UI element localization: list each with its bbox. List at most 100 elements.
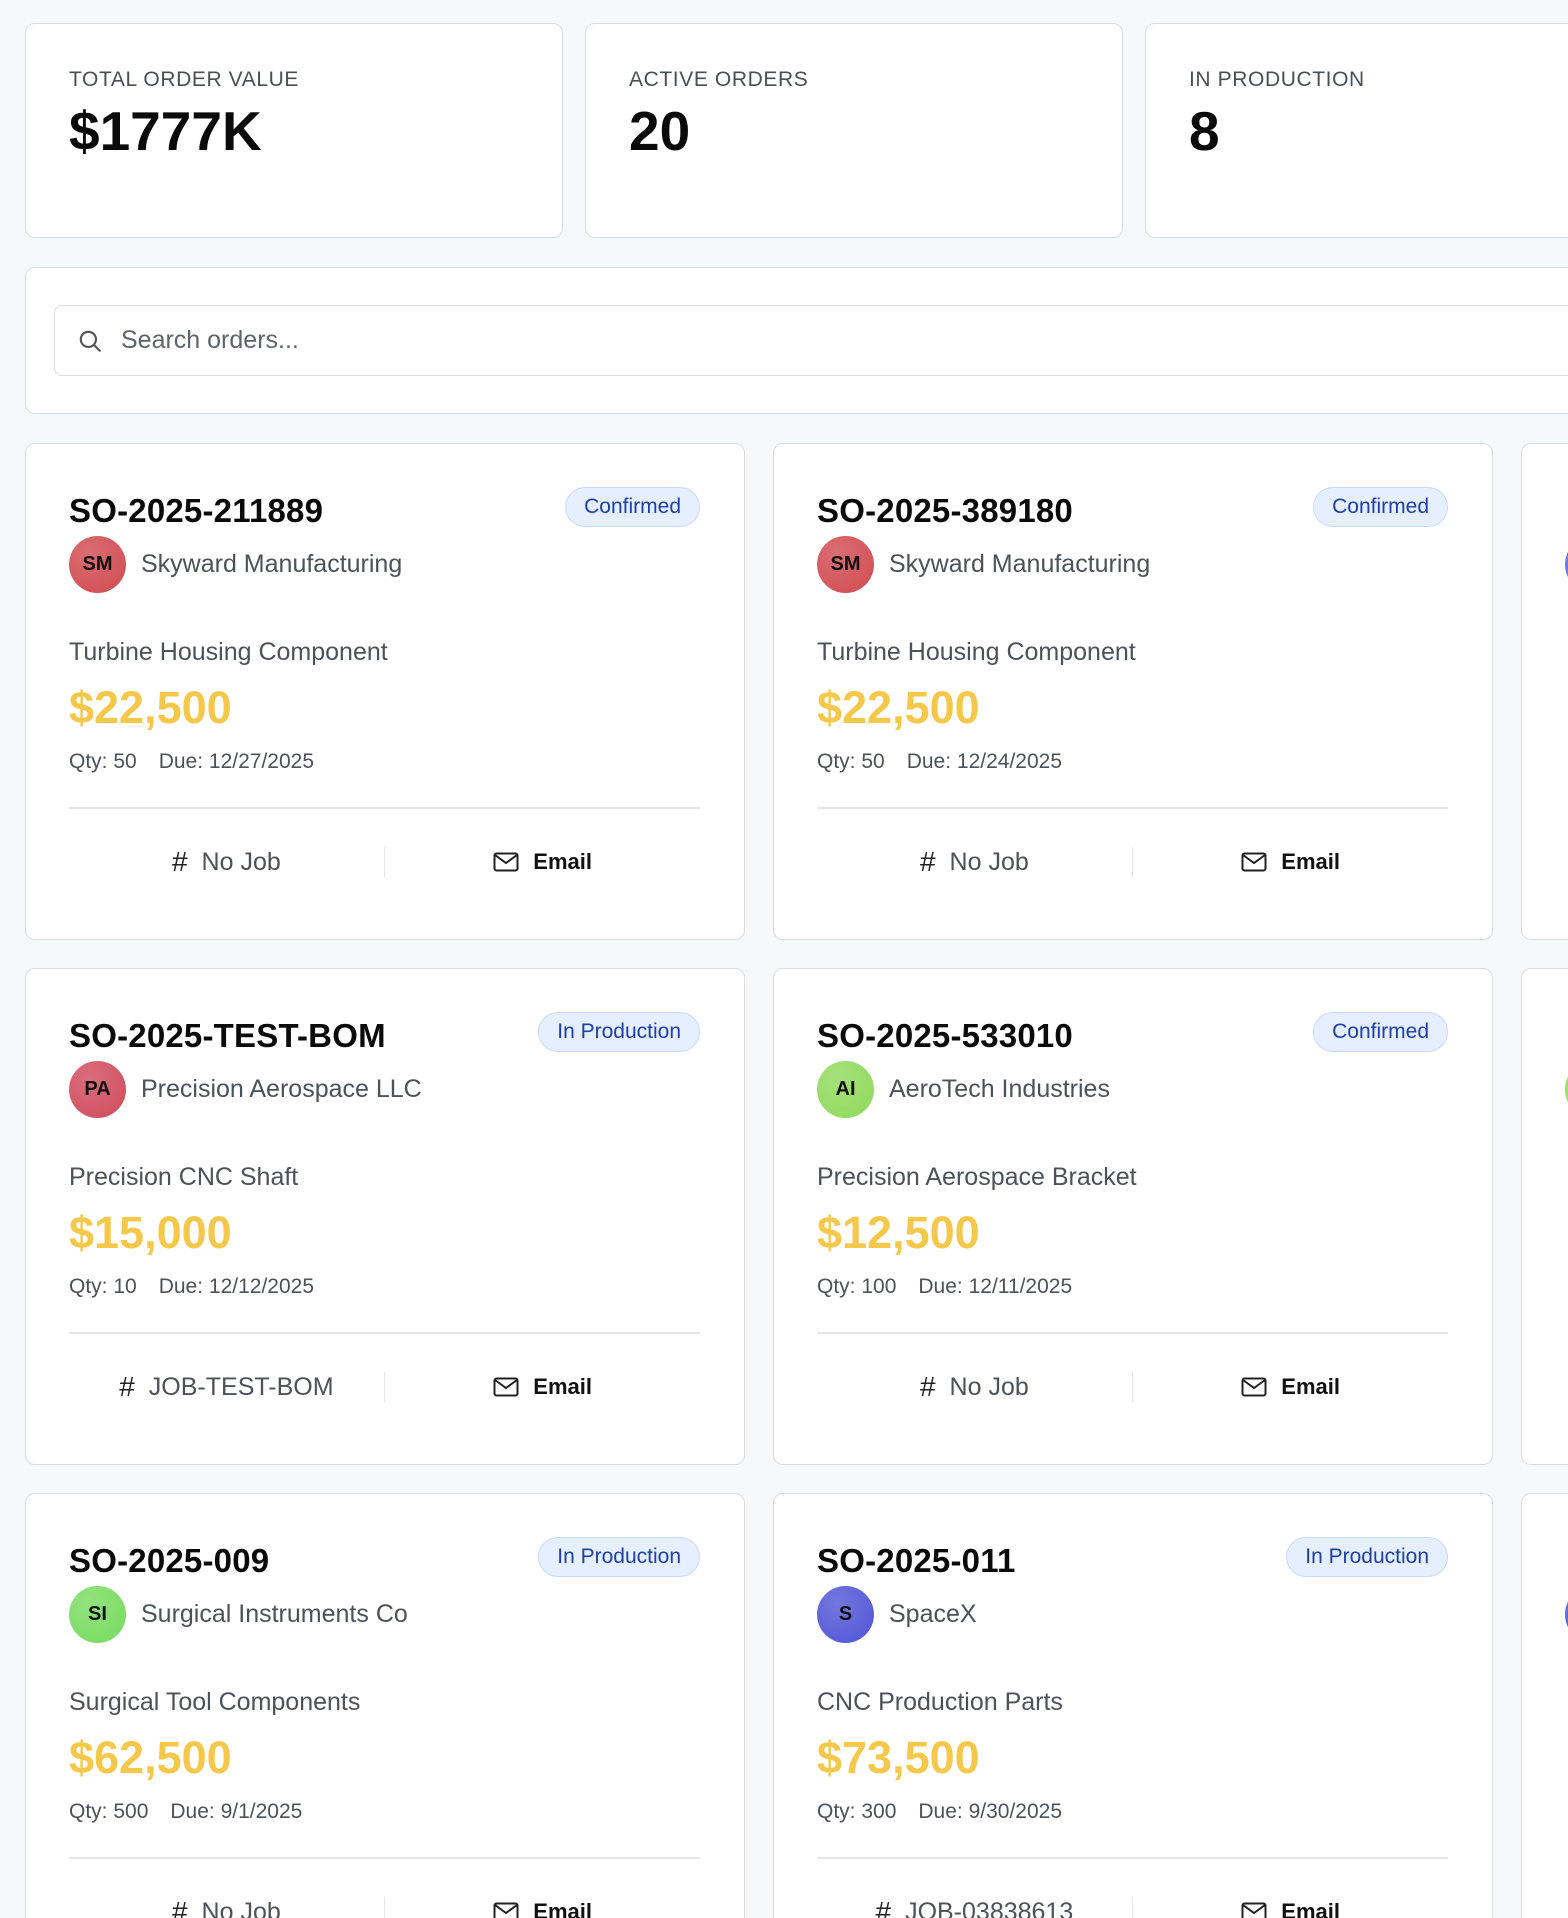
- product-name: Turbine Housing Component: [69, 638, 388, 666]
- product-name: Turbine Housing Component: [817, 638, 1136, 666]
- email-button[interactable]: Email: [1133, 849, 1448, 875]
- job-link[interactable]: # No Job: [817, 1371, 1132, 1403]
- order-card[interactable]: SO-2025-009 In Production SI Surgical In…: [25, 1493, 745, 1918]
- order-id: SO-2025-009: [69, 1542, 270, 1579]
- job-link[interactable]: # No Job: [69, 846, 384, 878]
- order-id: SO-2025-389180: [817, 492, 1073, 529]
- avatar: SI: [69, 1586, 126, 1643]
- job-link[interactable]: # JOB-03838613: [817, 1896, 1132, 1918]
- order-card[interactable]: SO-2025-TEST-BOM In Production PA Precis…: [25, 968, 745, 1465]
- mail-icon: [1241, 1377, 1267, 1397]
- email-label: Email: [533, 1374, 592, 1399]
- order-id: SO-2025-533010: [817, 1017, 1073, 1054]
- avatar: AI: [817, 1061, 874, 1118]
- card-actions: # No Job Email: [69, 808, 700, 916]
- email-button[interactable]: Email: [1133, 1374, 1448, 1400]
- order-card[interactable]: SO-2025-389180 Confirmed SM Skyward Manu…: [773, 443, 1493, 940]
- status-badge: Confirmed: [1313, 1012, 1448, 1052]
- job-link[interactable]: # JOB-TEST-BOM: [69, 1371, 384, 1403]
- status-badge: In Production: [538, 1537, 700, 1577]
- order-qty: Qty: 300: [817, 1800, 897, 1823]
- customer-name: Skyward Manufacturing: [889, 550, 1151, 578]
- search-input[interactable]: [121, 326, 1021, 355]
- avatar: S: [817, 1586, 874, 1643]
- job-link[interactable]: # No Job: [817, 846, 1132, 878]
- customer-row: AI AeroTech Industries: [817, 1061, 1110, 1118]
- avatar: PA: [69, 1061, 126, 1118]
- product-name: Precision CNC Shaft: [69, 1163, 299, 1191]
- order-amount: $22,500: [69, 682, 232, 733]
- status-badge: In Production: [538, 1012, 700, 1052]
- order-qty: Qty: 100: [817, 1275, 897, 1298]
- email-label: Email: [1281, 849, 1340, 874]
- mail-icon: [493, 852, 519, 872]
- job-label: JOB-03838613: [905, 1897, 1074, 1918]
- order-id: SO-2025-011: [817, 1542, 1016, 1579]
- job-label: No Job: [949, 847, 1029, 876]
- card-actions: # JOB-TEST-BOM Email: [69, 1333, 700, 1441]
- order-due-date: Due: 12/24/2025: [906, 750, 1062, 773]
- order-card[interactable]: SO-2025-533010 Confirmed AI AeroTech Ind…: [773, 968, 1493, 1465]
- order-card[interactable]: [1521, 968, 1568, 1465]
- hash-icon: #: [171, 1896, 188, 1918]
- order-card[interactable]: SO-2025-011 In Production S SpaceX CNC P…: [773, 1493, 1493, 1918]
- status-badge: In Production: [1286, 1537, 1448, 1577]
- mail-icon: [1241, 1902, 1267, 1918]
- order-meta: Qty: 10 Due: 12/12/2025: [69, 1275, 314, 1299]
- job-label: No Job: [201, 847, 281, 876]
- order-meta: Qty: 100 Due: 12/11/2025: [817, 1275, 1072, 1299]
- customer-row: SM Skyward Manufacturing: [817, 536, 1150, 593]
- status-badge: Confirmed: [1313, 487, 1448, 527]
- order-due-date: Due: 12/11/2025: [918, 1275, 1073, 1298]
- email-button[interactable]: Email: [385, 1899, 700, 1918]
- stat-label: ACTIVE ORDERS: [629, 68, 809, 91]
- customer-row: S SpaceX: [817, 1586, 977, 1643]
- mail-icon: [493, 1902, 519, 1918]
- order-id: SO-2025-TEST-BOM: [69, 1017, 386, 1054]
- customer-name: Skyward Manufacturing: [141, 550, 403, 578]
- stat-value: $1777K: [69, 100, 262, 162]
- orders-page: TOTAL ORDER VALUE $1777K ACTIVE ORDERS 2…: [0, 0, 1568, 1918]
- order-card[interactable]: [1521, 443, 1568, 940]
- order-due-date: Due: 9/1/2025: [170, 1800, 303, 1823]
- hash-icon: #: [171, 846, 188, 877]
- order-meta: Qty: 500 Due: 9/1/2025: [69, 1800, 302, 1824]
- stat-label: TOTAL ORDER VALUE: [69, 68, 299, 91]
- email-label: Email: [1281, 1899, 1340, 1918]
- job-label: No Job: [949, 1372, 1029, 1401]
- stat-label: IN PRODUCTION: [1189, 68, 1365, 91]
- order-qty: Qty: 50: [817, 750, 885, 773]
- order-id: SO-2025-211889: [69, 492, 324, 529]
- email-button[interactable]: Email: [385, 1374, 700, 1400]
- job-label: JOB-TEST-BOM: [148, 1372, 334, 1401]
- order-card[interactable]: SO-2025-211889 Confirmed SM Skyward Manu…: [25, 443, 745, 940]
- search-panel: [25, 267, 1568, 414]
- mail-icon: [493, 1377, 519, 1397]
- customer-name: AeroTech Industries: [889, 1075, 1110, 1103]
- product-name: CNC Production Parts: [817, 1688, 1063, 1716]
- order-amount: $62,500: [69, 1732, 232, 1783]
- job-link[interactable]: # No Job: [69, 1896, 384, 1918]
- customer-row: PA Precision Aerospace LLC: [69, 1061, 422, 1118]
- order-qty: Qty: 10: [69, 1275, 137, 1298]
- stat-card-active-orders: ACTIVE ORDERS 20: [585, 23, 1123, 238]
- order-card[interactable]: [1521, 1493, 1568, 1918]
- email-button[interactable]: Email: [385, 849, 700, 875]
- product-name: Surgical Tool Components: [69, 1688, 361, 1716]
- hash-icon: #: [119, 1371, 135, 1402]
- order-qty: Qty: 50: [69, 750, 137, 773]
- customer-name: SpaceX: [889, 1600, 977, 1628]
- hash-icon: #: [919, 1371, 936, 1402]
- email-button[interactable]: Email: [1133, 1899, 1448, 1918]
- order-due-date: Due: 12/12/2025: [158, 1275, 314, 1298]
- stat-card-in-production: IN PRODUCTION 8: [1145, 23, 1568, 238]
- order-grid: SO-2025-211889 Confirmed SM Skyward Manu…: [25, 443, 1568, 1918]
- customer-name: Surgical Instruments Co: [141, 1600, 408, 1628]
- card-actions: # No Job Email: [817, 1333, 1448, 1441]
- job-label: No Job: [201, 1897, 281, 1918]
- avatar: SM: [69, 536, 126, 593]
- order-due-date: Due: 9/30/2025: [918, 1800, 1063, 1823]
- search-box[interactable]: [54, 305, 1568, 376]
- order-amount: $12,500: [817, 1207, 980, 1258]
- stat-value: 8: [1189, 100, 1220, 162]
